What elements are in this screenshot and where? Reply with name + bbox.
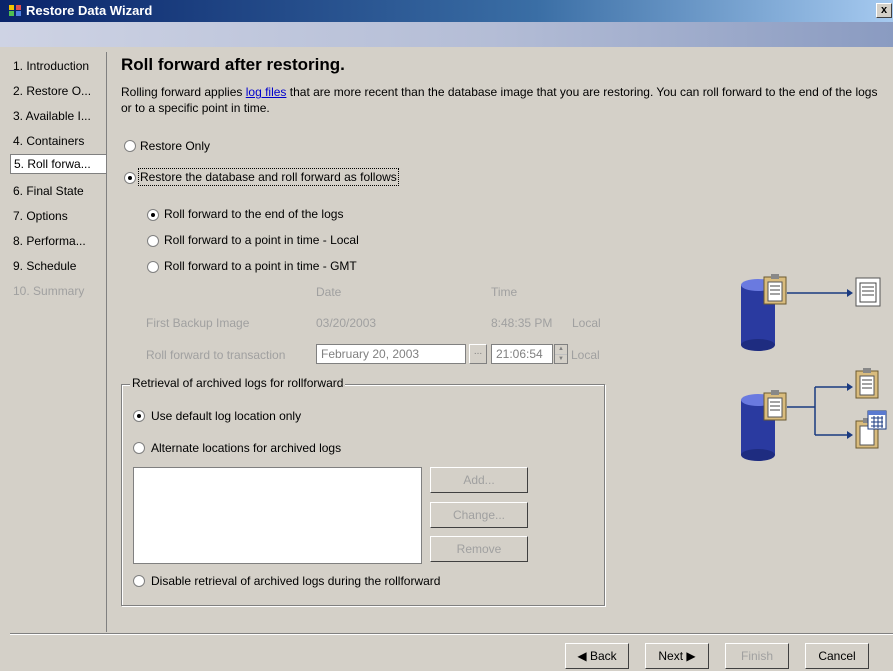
time-column-header: Time bbox=[491, 285, 518, 299]
step-roll-forward[interactable]: 5. Roll forwa... bbox=[10, 154, 106, 174]
page-title: Roll forward after restoring. bbox=[121, 55, 345, 74]
first-backup-zone: Local bbox=[572, 316, 601, 330]
finish-button[interactable]: Finish bbox=[725, 643, 789, 669]
window-title: Restore Data Wizard bbox=[26, 3, 153, 18]
time-spinner[interactable]: ▲ ▼ bbox=[554, 344, 568, 364]
cancel-button[interactable]: Cancel bbox=[805, 643, 869, 669]
disable-retrieval-radio[interactable] bbox=[133, 575, 145, 587]
archived-logs-legend: Retrieval of archived logs for rollforwa… bbox=[130, 376, 346, 390]
transaction-date-field[interactable]: February 20, 2003 bbox=[316, 344, 466, 364]
spin-down-icon[interactable]: ▼ bbox=[555, 355, 567, 364]
remove-location-button[interactable]: Remove bbox=[430, 536, 528, 562]
calendar-icon bbox=[867, 410, 887, 430]
log-file-icon bbox=[855, 277, 881, 307]
default-log-location-label[interactable]: Use default log location only bbox=[151, 409, 301, 423]
alternate-locations-list[interactable] bbox=[133, 467, 422, 564]
next-button[interactable]: Next ▶ bbox=[645, 643, 709, 669]
step-final-state[interactable]: 6. Final State bbox=[10, 181, 105, 201]
back-button[interactable]: ◀ Back bbox=[565, 643, 629, 669]
restore-only-radio[interactable] bbox=[124, 140, 136, 152]
page-description: Rolling forward applies log files that a… bbox=[121, 84, 891, 116]
roll-end-of-logs-radio[interactable] bbox=[147, 209, 159, 221]
disable-retrieval-label[interactable]: Disable retrieval of archived logs durin… bbox=[151, 574, 440, 588]
alternate-locations-label[interactable]: Alternate locations for archived logs bbox=[151, 441, 341, 455]
roll-point-in-time-local-radio[interactable] bbox=[147, 235, 159, 247]
transaction-zone: Local bbox=[571, 348, 600, 362]
footer-separator bbox=[10, 633, 893, 635]
restore-and-roll-forward-radio[interactable] bbox=[124, 172, 136, 184]
step-performance[interactable]: 8. Performa... bbox=[10, 231, 105, 251]
wizard-app-icon bbox=[9, 5, 21, 16]
log-clipboard-icon bbox=[763, 274, 787, 305]
step-restore-objects[interactable]: 2. Restore O... bbox=[10, 81, 105, 101]
step-options[interactable]: 7. Options bbox=[10, 206, 105, 226]
transaction-label: Roll forward to transaction bbox=[146, 348, 286, 362]
log-clipboard-icon bbox=[855, 368, 879, 399]
change-location-button[interactable]: Change... bbox=[430, 502, 528, 528]
date-picker-button[interactable]: ... bbox=[469, 344, 487, 364]
default-log-location-radio[interactable] bbox=[133, 410, 145, 422]
description-text-start: Rolling forward applies bbox=[121, 85, 246, 99]
step-available-images[interactable]: 3. Available I... bbox=[10, 106, 105, 126]
roll-point-in-time-gmt-radio[interactable] bbox=[147, 261, 159, 273]
step-schedule[interactable]: 9. Schedule bbox=[10, 256, 105, 276]
roll-point-in-time-gmt-label[interactable]: Roll forward to a point in time - GMT bbox=[164, 259, 357, 273]
step-introduction[interactable]: 1. Introduction bbox=[10, 56, 105, 76]
log-clipboard-icon bbox=[763, 390, 787, 421]
alternate-locations-radio[interactable] bbox=[133, 442, 145, 454]
step-containers[interactable]: 4. Containers bbox=[10, 131, 105, 151]
title-bar: Restore Data Wizard x bbox=[0, 0, 893, 22]
first-backup-time: 8:48:35 PM bbox=[491, 316, 553, 330]
first-backup-date: 03/20/2003 bbox=[316, 316, 377, 330]
first-backup-label: First Backup Image bbox=[146, 316, 250, 330]
add-location-button[interactable]: Add... bbox=[430, 467, 528, 493]
transaction-time-field[interactable]: 21:06:54 bbox=[491, 344, 553, 364]
step-summary: 10. Summary bbox=[13, 284, 85, 298]
log-files-link[interactable]: log files bbox=[246, 85, 287, 99]
roll-forward-illustration bbox=[741, 274, 887, 461]
wizard-steps-nav: 1. Introduction 2. Restore O... 3. Avail… bbox=[10, 52, 107, 632]
date-column-header: Date bbox=[316, 285, 342, 299]
spin-up-icon[interactable]: ▲ bbox=[555, 345, 567, 355]
header-band bbox=[0, 22, 893, 47]
restore-only-label[interactable]: Restore Only bbox=[140, 139, 210, 153]
roll-point-in-time-local-label[interactable]: Roll forward to a point in time - Local bbox=[164, 233, 359, 247]
restore-and-roll-forward-label[interactable]: Restore the database and roll forward as… bbox=[138, 168, 399, 186]
close-button[interactable]: x bbox=[876, 3, 892, 18]
roll-end-of-logs-label[interactable]: Roll forward to the end of the logs bbox=[164, 207, 343, 221]
